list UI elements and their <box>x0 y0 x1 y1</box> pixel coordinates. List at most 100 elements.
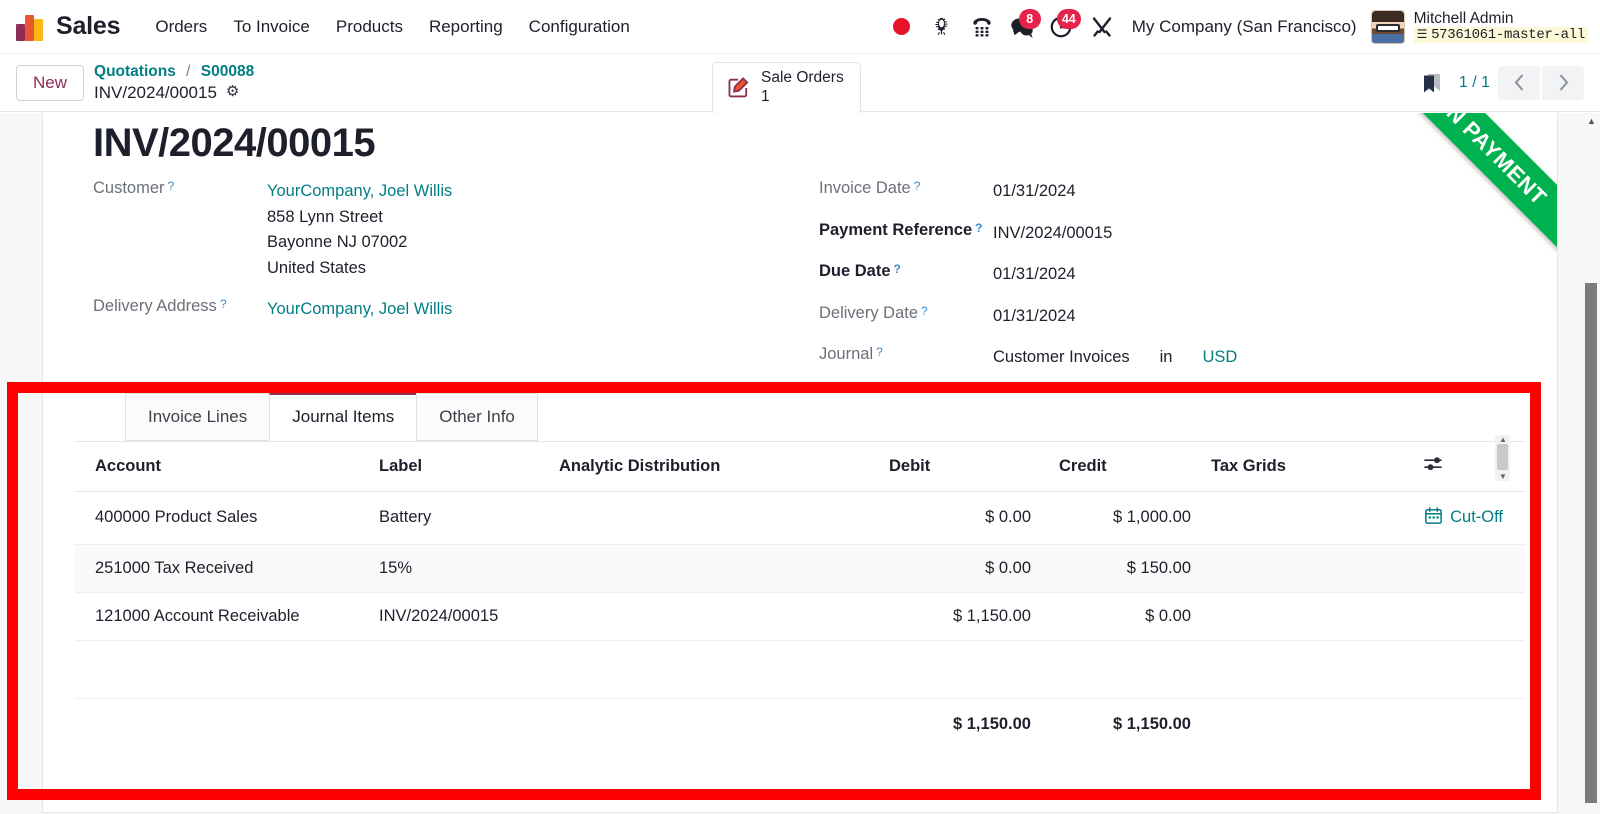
edit-square-icon <box>726 75 751 100</box>
cell-debit[interactable]: $ 0.00 <box>875 491 1045 545</box>
column-options-icon[interactable] <box>1424 456 1444 472</box>
field-delivery-address: Delivery Address ? YourCompany, Joel Wil… <box>93 297 809 323</box>
customer-country: United States <box>267 258 367 277</box>
breadcrumb-quotations[interactable]: Quotations <box>94 63 176 80</box>
cell-label[interactable]: 15% <box>365 544 545 593</box>
app-name-sales[interactable]: Sales <box>56 12 121 41</box>
cell-account[interactable]: 400000 Product Sales <box>75 491 365 545</box>
cell-empty[interactable] <box>1205 640 1411 699</box>
cell-label[interactable]: Battery <box>365 491 545 545</box>
cell-tax-grids[interactable] <box>1205 491 1411 545</box>
menu-configuration[interactable]: Configuration <box>516 11 643 43</box>
phone-dialpad-icon[interactable] <box>962 9 1002 45</box>
menu-to-invoice[interactable]: To Invoice <box>220 11 323 43</box>
new-button[interactable]: New <box>16 64 85 101</box>
help-icon[interactable]: ? <box>168 180 175 192</box>
cell-credit[interactable]: $ 150.00 <box>1045 544 1205 593</box>
notebook-scrollbar[interactable]: ▲ ▼ <box>1495 434 1510 481</box>
currency-link[interactable]: USD <box>1202 345 1237 371</box>
cell-credit[interactable]: $ 1,000.00 <box>1045 491 1205 545</box>
column-header-tax-grids[interactable]: Tax Grids <box>1205 441 1411 492</box>
cut-off-button[interactable]: Cut-Off <box>1424 506 1503 530</box>
scroll-down-arrow-icon[interactable]: ▼ <box>1499 472 1507 481</box>
cell-cutoff: Cut-Off <box>1410 491 1525 545</box>
cell-analytic[interactable] <box>545 592 875 641</box>
help-icon[interactable]: ? <box>914 180 921 192</box>
menu-reporting[interactable]: Reporting <box>416 11 516 43</box>
cell-debit[interactable]: $ 1,150.00 <box>875 592 1045 641</box>
menu-orders[interactable]: Orders <box>142 11 220 43</box>
cell-label[interactable]: INV/2024/00015 <box>365 592 545 641</box>
odoo-sales-logo-icon[interactable] <box>16 13 46 41</box>
messages-badge: 8 <box>1018 8 1041 29</box>
help-icon[interactable]: ? <box>894 263 901 275</box>
column-header-analytic[interactable]: Analytic Distribution <box>545 441 875 492</box>
column-header-debit[interactable]: Debit <box>875 441 1045 492</box>
journal-value[interactable]: Customer Invoices <box>993 345 1130 371</box>
column-header-label[interactable]: Label <box>365 441 545 492</box>
tab-other-info[interactable]: Other Info <box>416 392 538 441</box>
due-date-value[interactable]: 01/31/2024 <box>993 262 1076 288</box>
table-row[interactable]: 251000 Tax Received 15% $ 0.00 $ 150.00 <box>75 544 1525 593</box>
cell-empty[interactable] <box>545 640 875 699</box>
journal-items-table: Account Label Analytic Distribution Debi… <box>75 441 1525 750</box>
cell-empty[interactable] <box>1045 640 1205 699</box>
tab-invoice-lines[interactable]: Invoice Lines <box>125 392 271 441</box>
totals-spacer <box>75 697 365 750</box>
journal-items-grid: Account Label Analytic Distribution Debi… <box>75 440 1525 750</box>
sale-orders-smart-button[interactable]: Sale Orders 1 <box>712 62 861 115</box>
column-header-account[interactable]: Account <box>75 441 365 492</box>
recording-dot-icon[interactable] <box>882 9 922 45</box>
field-journal: Journal ? Customer Invoices in USD <box>819 345 1525 371</box>
cell-empty[interactable] <box>75 640 365 699</box>
tools-wrench-icon[interactable] <box>1082 9 1122 45</box>
page-scroll-up-arrow-icon[interactable]: ▲ <box>1587 116 1596 126</box>
notebook-tabs: Invoice Lines Journal Items Other Info <box>75 392 1525 441</box>
activities-clock-icon[interactable]: 44 <box>1042 8 1082 45</box>
field-invoice-date: Invoice Date ? 01/31/2024 <box>819 179 1525 205</box>
help-icon[interactable]: ? <box>975 222 982 234</box>
column-header-credit[interactable]: Credit <box>1045 441 1205 492</box>
cell-credit[interactable]: $ 0.00 <box>1045 592 1205 641</box>
control-panel-right: 1 / 1 <box>1419 65 1584 100</box>
cell-tax-grids[interactable] <box>1205 592 1411 641</box>
cell-debit[interactable]: $ 0.00 <box>875 544 1045 593</box>
menu-products[interactable]: Products <box>323 11 416 43</box>
page-scrollbar[interactable]: ▲ <box>1582 113 1600 814</box>
pager-previous-button[interactable] <box>1498 65 1540 100</box>
smart-button-count: 1 <box>761 87 770 105</box>
help-icon[interactable]: ? <box>876 346 883 358</box>
company-switcher[interactable]: My Company (San Francisco) <box>1122 17 1371 37</box>
breadcrumb-s00088[interactable]: S00088 <box>201 63 254 80</box>
page-scrollbar-thumb[interactable] <box>1585 283 1597 803</box>
control-panel: New Quotations / S00088 INV/2024/00015 ⚙… <box>0 54 1600 115</box>
cell-account[interactable]: 121000 Account Receivable <box>75 592 365 641</box>
table-empty-row[interactable] <box>75 640 1525 699</box>
cell-empty[interactable] <box>365 640 545 699</box>
table-row[interactable]: 400000 Product Sales Battery $ 0.00 $ 1,… <box>75 491 1525 545</box>
invoice-date-value[interactable]: 01/31/2024 <box>993 179 1076 205</box>
pager-next-button[interactable] <box>1542 65 1584 100</box>
pager-text[interactable]: 1 / 1 <box>1459 74 1490 92</box>
invoice-sheet: IN PAYMENT INV/2024/00015 Customer ? You… <box>42 113 1558 813</box>
cell-tax-grids[interactable] <box>1205 544 1411 593</box>
avatar[interactable] <box>1370 9 1405 44</box>
customer-link[interactable]: YourCompany, Joel Willis <box>267 179 452 205</box>
cell-analytic[interactable] <box>545 491 875 545</box>
tab-journal-items[interactable]: Journal Items <box>269 392 418 441</box>
user-menu[interactable]: Mitchell Admin ☰ 57361061-master-all <box>1413 10 1588 44</box>
help-icon[interactable]: ? <box>220 298 227 310</box>
cell-analytic[interactable] <box>545 544 875 593</box>
delivery-date-value[interactable]: 01/31/2024 <box>993 304 1076 330</box>
scrollbar-thumb[interactable] <box>1497 443 1508 470</box>
help-icon[interactable]: ? <box>921 305 928 317</box>
cell-account[interactable]: 251000 Tax Received <box>75 544 365 593</box>
bookmark-icon[interactable] <box>1419 70 1445 96</box>
messages-icon[interactable]: 8 <box>1002 8 1042 45</box>
bug-icon[interactable] <box>922 9 962 45</box>
gear-icon[interactable]: ⚙ <box>226 83 239 102</box>
table-row[interactable]: 121000 Account Receivable INV/2024/00015… <box>75 592 1525 641</box>
payment-reference-value[interactable]: INV/2024/00015 <box>993 221 1112 247</box>
cell-empty[interactable] <box>875 640 1045 699</box>
delivery-address-link[interactable]: YourCompany, Joel Willis <box>267 297 452 323</box>
